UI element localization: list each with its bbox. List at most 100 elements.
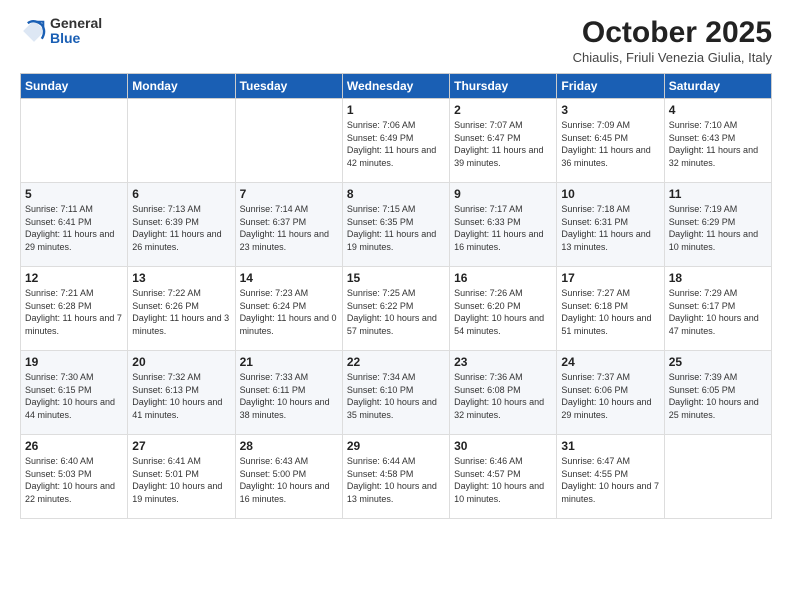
day-number: 24 bbox=[561, 355, 659, 369]
calendar-cell: 15 Sunrise: 7:25 AM Sunset: 6:22 PM Dayli… bbox=[342, 267, 449, 351]
day-info: Sunrise: 6:40 AM Sunset: 5:03 PM Dayligh… bbox=[25, 455, 123, 505]
day-number: 7 bbox=[240, 187, 338, 201]
day-info: Sunrise: 7:06 AM Sunset: 6:49 PM Dayligh… bbox=[347, 119, 445, 169]
day-number: 10 bbox=[561, 187, 659, 201]
day-number: 8 bbox=[347, 187, 445, 201]
month-title: October 2025 bbox=[573, 16, 772, 50]
day-number: 9 bbox=[454, 187, 552, 201]
day-number: 2 bbox=[454, 103, 552, 117]
logo-general: General bbox=[50, 16, 102, 31]
day-info: Sunrise: 7:23 AM Sunset: 6:24 PM Dayligh… bbox=[240, 287, 338, 337]
day-number: 25 bbox=[669, 355, 767, 369]
calendar-cell: 4 Sunrise: 7:10 AM Sunset: 6:43 PM Daylig… bbox=[664, 99, 771, 183]
day-info: Sunrise: 7:21 AM Sunset: 6:28 PM Dayligh… bbox=[25, 287, 123, 337]
calendar-header-row: Sunday Monday Tuesday Wednesday Thursday… bbox=[21, 74, 772, 99]
calendar-cell: 3 Sunrise: 7:09 AM Sunset: 6:45 PM Daylig… bbox=[557, 99, 664, 183]
calendar-week-2: 5Sunrise: 7:11 AM Sunset: 6:41 PM Daylig… bbox=[21, 183, 772, 267]
calendar-cell: 25 Sunrise: 7:39 AM Sunset: 6:05 PM Dayli… bbox=[664, 351, 771, 435]
day-number: 12 bbox=[25, 271, 123, 285]
day-number: 17 bbox=[561, 271, 659, 285]
col-monday: Monday bbox=[128, 74, 235, 99]
calendar-cell: 30 Sunrise: 6:46 AM Sunset: 4:57 PM Dayli… bbox=[450, 435, 557, 519]
day-number: 13 bbox=[132, 271, 230, 285]
calendar-cell: 12 Sunrise: 7:21 AM Sunset: 6:28 PM Dayli… bbox=[21, 267, 128, 351]
day-number: 26 bbox=[25, 439, 123, 453]
day-info: Sunrise: 7:22 AM Sunset: 6:26 PM Dayligh… bbox=[132, 287, 230, 337]
col-thursday: Thursday bbox=[450, 74, 557, 99]
day-info: Sunrise: 7:25 AM Sunset: 6:22 PM Dayligh… bbox=[347, 287, 445, 337]
day-info: Sunrise: 7:15 AM Sunset: 6:35 PM Dayligh… bbox=[347, 203, 445, 253]
col-wednesday: Wednesday bbox=[342, 74, 449, 99]
day-number: 22 bbox=[347, 355, 445, 369]
calendar-cell: 18Sunrise: 7:29 AM Sunset: 6:17 PM Dayli… bbox=[664, 267, 771, 351]
calendar-cell: 1Sunrise: 7:06 AM Sunset: 6:49 PM Daylig… bbox=[342, 99, 449, 183]
day-number: 4 bbox=[669, 103, 767, 117]
calendar-cell: 5Sunrise: 7:11 AM Sunset: 6:41 PM Daylig… bbox=[21, 183, 128, 267]
day-info: Sunrise: 7:10 AM Sunset: 6:43 PM Dayligh… bbox=[669, 119, 767, 169]
calendar-cell: 9 Sunrise: 7:17 AM Sunset: 6:33 PM Daylig… bbox=[450, 183, 557, 267]
logo: General Blue bbox=[20, 16, 102, 47]
title-block: October 2025 Chiaulis, Friuli Venezia Gi… bbox=[573, 16, 772, 65]
calendar-week-5: 26 Sunrise: 6:40 AM Sunset: 5:03 PM Dayli… bbox=[21, 435, 772, 519]
calendar-cell: 24 Sunrise: 7:37 AM Sunset: 6:06 PM Dayli… bbox=[557, 351, 664, 435]
day-info: Sunrise: 7:11 AM Sunset: 6:41 PM Dayligh… bbox=[25, 203, 123, 253]
day-info: Sunrise: 7:13 AM Sunset: 6:39 PM Dayligh… bbox=[132, 203, 230, 253]
day-info: Sunrise: 6:43 AM Sunset: 5:00 PM Dayligh… bbox=[240, 455, 338, 505]
col-tuesday: Tuesday bbox=[235, 74, 342, 99]
day-info: Sunrise: 7:18 AM Sunset: 6:31 PM Dayligh… bbox=[561, 203, 659, 253]
calendar-cell: 28Sunrise: 6:43 AM Sunset: 5:00 PM Dayli… bbox=[235, 435, 342, 519]
day-number: 20 bbox=[132, 355, 230, 369]
calendar-week-4: 19 Sunrise: 7:30 AM Sunset: 6:15 PM Dayli… bbox=[21, 351, 772, 435]
calendar-cell: 26 Sunrise: 6:40 AM Sunset: 5:03 PM Dayli… bbox=[21, 435, 128, 519]
day-info: Sunrise: 7:30 AM Sunset: 6:15 PM Dayligh… bbox=[25, 371, 123, 421]
col-friday: Friday bbox=[557, 74, 664, 99]
day-number: 11 bbox=[669, 187, 767, 201]
header: General Blue October 2025 Chiaulis, Friu… bbox=[20, 16, 772, 65]
day-info: Sunrise: 7:27 AM Sunset: 6:18 PM Dayligh… bbox=[561, 287, 659, 337]
day-info: Sunrise: 7:26 AM Sunset: 6:20 PM Dayligh… bbox=[454, 287, 552, 337]
calendar-cell: 13 Sunrise: 7:22 AM Sunset: 6:26 PM Dayli… bbox=[128, 267, 235, 351]
day-number: 27 bbox=[132, 439, 230, 453]
calendar-cell bbox=[128, 99, 235, 183]
calendar-cell: 11Sunrise: 7:19 AM Sunset: 6:29 PM Dayli… bbox=[664, 183, 771, 267]
calendar-cell: 10 Sunrise: 7:18 AM Sunset: 6:31 PM Dayli… bbox=[557, 183, 664, 267]
calendar-cell: 27Sunrise: 6:41 AM Sunset: 5:01 PM Dayli… bbox=[128, 435, 235, 519]
day-number: 3 bbox=[561, 103, 659, 117]
calendar-cell: 20 Sunrise: 7:32 AM Sunset: 6:13 PM Dayli… bbox=[128, 351, 235, 435]
day-info: Sunrise: 6:44 AM Sunset: 4:58 PM Dayligh… bbox=[347, 455, 445, 505]
calendar-table: Sunday Monday Tuesday Wednesday Thursday… bbox=[20, 73, 772, 519]
day-info: Sunrise: 7:37 AM Sunset: 6:06 PM Dayligh… bbox=[561, 371, 659, 421]
calendar-cell: 21Sunrise: 7:33 AM Sunset: 6:11 PM Dayli… bbox=[235, 351, 342, 435]
day-info: Sunrise: 7:32 AM Sunset: 6:13 PM Dayligh… bbox=[132, 371, 230, 421]
day-number: 19 bbox=[25, 355, 123, 369]
location-subtitle: Chiaulis, Friuli Venezia Giulia, Italy bbox=[573, 50, 772, 65]
col-saturday: Saturday bbox=[664, 74, 771, 99]
calendar-week-3: 12 Sunrise: 7:21 AM Sunset: 6:28 PM Dayli… bbox=[21, 267, 772, 351]
calendar-cell: 7 Sunrise: 7:14 AM Sunset: 6:37 PM Daylig… bbox=[235, 183, 342, 267]
calendar-cell: 6Sunrise: 7:13 AM Sunset: 6:39 PM Daylig… bbox=[128, 183, 235, 267]
day-number: 29 bbox=[347, 439, 445, 453]
day-info: Sunrise: 7:17 AM Sunset: 6:33 PM Dayligh… bbox=[454, 203, 552, 253]
day-number: 15 bbox=[347, 271, 445, 285]
calendar-cell bbox=[235, 99, 342, 183]
day-info: Sunrise: 7:39 AM Sunset: 6:05 PM Dayligh… bbox=[669, 371, 767, 421]
calendar-cell: 14Sunrise: 7:23 AM Sunset: 6:24 PM Dayli… bbox=[235, 267, 342, 351]
day-info: Sunrise: 6:46 AM Sunset: 4:57 PM Dayligh… bbox=[454, 455, 552, 505]
logo-blue: Blue bbox=[50, 31, 102, 46]
calendar-cell: 22Sunrise: 7:34 AM Sunset: 6:10 PM Dayli… bbox=[342, 351, 449, 435]
calendar-cell bbox=[664, 435, 771, 519]
day-info: Sunrise: 7:09 AM Sunset: 6:45 PM Dayligh… bbox=[561, 119, 659, 169]
logo-text: General Blue bbox=[50, 16, 102, 47]
page: General Blue October 2025 Chiaulis, Friu… bbox=[0, 0, 792, 612]
day-number: 30 bbox=[454, 439, 552, 453]
day-info: Sunrise: 7:14 AM Sunset: 6:37 PM Dayligh… bbox=[240, 203, 338, 253]
calendar-cell bbox=[21, 99, 128, 183]
calendar-cell: 8 Sunrise: 7:15 AM Sunset: 6:35 PM Daylig… bbox=[342, 183, 449, 267]
day-info: Sunrise: 7:33 AM Sunset: 6:11 PM Dayligh… bbox=[240, 371, 338, 421]
calendar-cell: 2Sunrise: 7:07 AM Sunset: 6:47 PM Daylig… bbox=[450, 99, 557, 183]
day-info: Sunrise: 7:29 AM Sunset: 6:17 PM Dayligh… bbox=[669, 287, 767, 337]
day-number: 16 bbox=[454, 271, 552, 285]
calendar-cell: 23Sunrise: 7:36 AM Sunset: 6:08 PM Dayli… bbox=[450, 351, 557, 435]
calendar-cell: 17 Sunrise: 7:27 AM Sunset: 6:18 PM Dayli… bbox=[557, 267, 664, 351]
day-info: Sunrise: 7:36 AM Sunset: 6:08 PM Dayligh… bbox=[454, 371, 552, 421]
